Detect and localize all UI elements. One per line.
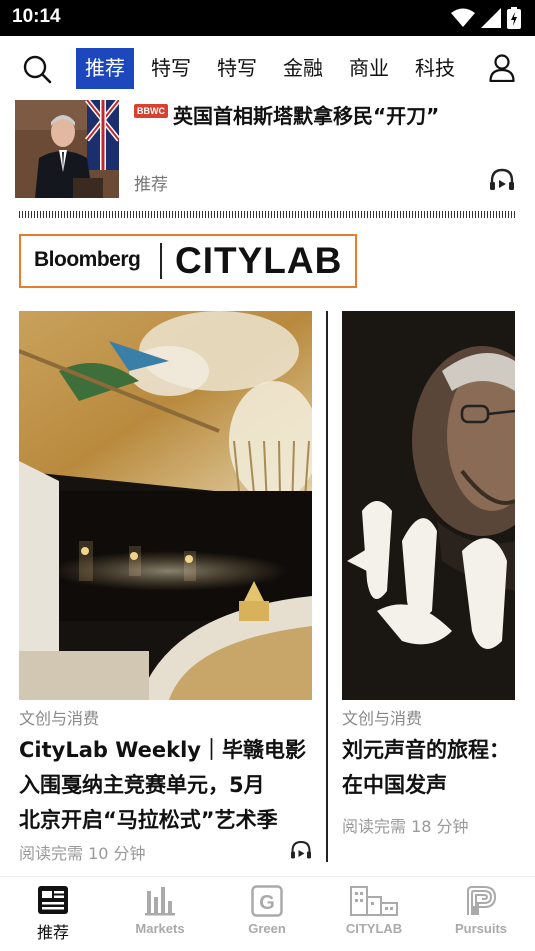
citylab-section-logo[interactable]: Bloomberg CITYLAB [19,234,357,288]
tab-feature[interactable]: 特写 [142,48,200,89]
news-icon [38,886,68,914]
bottom-nav-label: Pursuits [454,921,507,936]
bottom-nav-label: Markets [135,921,185,936]
article-thumbnail [15,100,119,198]
bottom-nav-label: CITYLAB [345,921,403,936]
bbwc-badge: BBWC [134,104,168,118]
bottom-nav-markets[interactable]: Markets [115,885,205,936]
pursuits-p-icon [467,886,497,915]
citylab-card[interactable]: 文创与消费 刘元声音的旅程： 在中国发声 阅读完需 18 分钟 [342,311,535,837]
tab-tech[interactable]: 科技 [406,48,464,89]
tab-feature-2[interactable]: 特写 [208,48,266,89]
tab-finance[interactable]: 金融 [274,48,332,89]
citylab-wordmark: CITYLAB [175,240,343,281]
citylab-card[interactable]: 文创与消费 CityLab Weekly｜毕赣电影 入围戛纳主竞赛单元，5月 北… [19,311,312,864]
bottom-nav-recommended[interactable]: 推荐 [8,885,98,943]
card-image [342,311,535,700]
city-skyline-icon [350,886,398,916]
bottom-nav-green[interactable]: G Green [222,885,312,936]
card-title-line: CityLab Weekly｜毕赣电影 [19,738,306,762]
tab-recommended[interactable]: 推荐 [76,48,134,89]
card-title-line: 刘元声音的旅程： [342,738,510,762]
card-category: 文创与消费 [19,709,100,728]
search-icon[interactable] [22,54,52,84]
card-title-line: 北京开启“马拉松式”艺术季 [19,808,278,832]
card-title-line: 入围戛纳主竞赛单元，5月 [19,773,265,797]
status-icons [451,7,521,29]
read-time: 阅读完需 18 分钟 [342,817,469,836]
article-tag: 推荐 [134,175,168,195]
battery-icon [507,7,521,29]
status-bar: 10:14 [0,0,535,36]
article-item[interactable]: BBWC 英国首相斯塔默拿移民“开刀” 推荐 [0,100,535,206]
read-time: 阅读完需 10 分钟 [19,844,146,863]
bottom-nav-label: Green [248,921,286,936]
bottom-nav-pursuits[interactable]: Pursuits [436,885,526,936]
svg-text:G: G [259,892,275,914]
card-title-line: 在中国发声 [342,773,447,797]
bottom-nav-citylab[interactable]: CITYLAB [329,885,419,936]
section-divider [19,211,515,218]
logo-separator [160,243,162,279]
listen-audio-icon[interactable] [489,168,515,192]
bloomberg-wordmark: Bloomberg [34,248,141,271]
cell-signal-icon [481,8,501,28]
article-title[interactable]: 英国首相斯塔默拿移民“开刀” [173,100,439,129]
card-title[interactable]: CityLab Weekly｜毕赣电影 入围戛纳主竞赛单元，5月 北京开启“马拉… [19,733,312,838]
wifi-icon [451,8,475,27]
top-navigation: 推荐 特写 特写 金融 商业 科技 [0,36,535,100]
status-time: 10:14 [12,6,61,27]
bottom-navigation: 推荐 Markets G Green CITYLAB Pursuits [0,876,535,951]
card-divider [326,311,328,862]
section-tabs: 推荐 特写 特写 金融 商业 科技 [76,48,464,89]
bottom-nav-label: 推荐 [36,923,69,942]
card-category: 文创与消费 [342,709,423,728]
green-g-icon: G [251,885,283,917]
bar-chart-icon [145,887,175,916]
listen-audio-icon[interactable] [290,840,312,860]
user-icon[interactable] [489,54,515,82]
tab-business[interactable]: 商业 [340,48,398,89]
card-title[interactable]: 刘元声音的旅程： 在中国发声 [342,733,535,803]
card-image [19,311,312,700]
